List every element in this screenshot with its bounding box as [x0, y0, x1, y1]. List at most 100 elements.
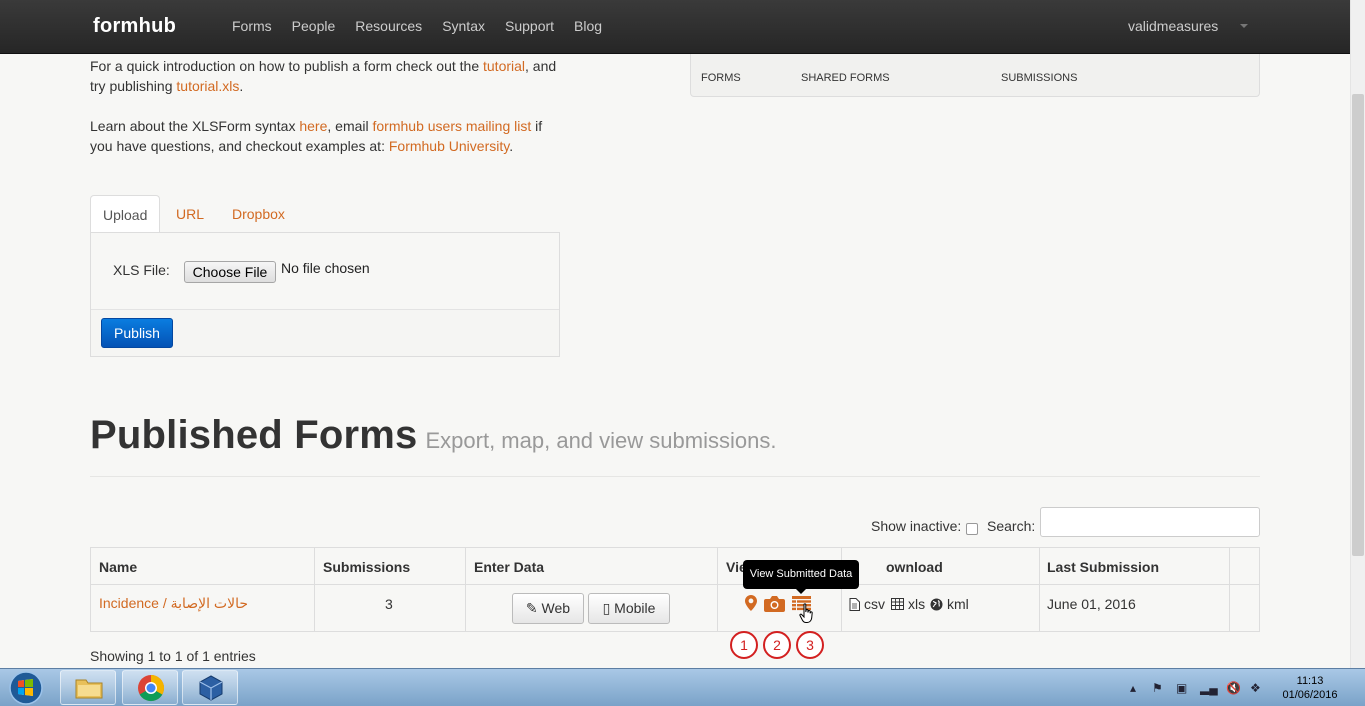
upload-tabs: Upload URL Dropbox	[90, 195, 560, 234]
brand-logo[interactable]: formhub	[93, 15, 176, 38]
callout-marker-1: 1	[730, 631, 758, 659]
top-navbar: formhub Forms People Resources Syntax Su…	[0, 0, 1350, 54]
summary-col-shared-forms: SHARED FORMS	[801, 72, 890, 84]
intro-text: For a quick introduction on how to publi…	[90, 56, 560, 176]
dropbox-tray-icon[interactable]: ❖	[1250, 681, 1261, 695]
download-xls-link[interactable]: xls	[908, 596, 925, 612]
nav-link-resources[interactable]: Resources	[345, 18, 432, 34]
tab-url[interactable]: URL	[176, 195, 204, 233]
page-scrollbar[interactable]	[1350, 0, 1365, 668]
table-icon[interactable]	[891, 598, 904, 610]
taskbar-chrome-button[interactable]	[122, 670, 178, 705]
nav-link-syntax[interactable]: Syntax	[432, 18, 495, 34]
submissions-count: 3	[385, 596, 393, 612]
mobile-icon: ▯	[602, 600, 611, 616]
page-title: Published Forms Export, map, and view sub…	[90, 413, 776, 458]
enter-mobile-button[interactable]: ▯ Mobile	[588, 593, 670, 624]
folder-icon	[75, 679, 103, 699]
intro-text-span: .	[509, 138, 514, 154]
header-last-submission[interactable]: Last Submission	[1047, 559, 1159, 575]
callout-marker-2: 2	[763, 631, 791, 659]
tray-expand-icon[interactable]: ▴	[1130, 681, 1136, 695]
mobile-button-label: Mobile	[614, 600, 656, 616]
summary-col-submissions: SUBMISSIONS	[1001, 72, 1078, 84]
header-submissions[interactable]: Submissions	[323, 559, 410, 575]
show-inactive-checkbox[interactable]	[966, 523, 978, 535]
tray-device-icon[interactable]: ▣	[1176, 681, 1187, 695]
column-divider	[1039, 548, 1040, 631]
intro-text-span: Learn about the XLSForm syntax	[90, 118, 300, 134]
download-csv-link[interactable]: csv	[864, 596, 885, 612]
divider	[90, 476, 1260, 477]
publish-button[interactable]: Publish	[101, 318, 173, 348]
windows-start-icon[interactable]	[4, 670, 48, 706]
virtualbox-icon	[199, 675, 223, 701]
volume-muted-icon[interactable]: 🔇	[1226, 681, 1241, 695]
upload-form: XLS File: Choose File No file chosen	[91, 233, 559, 310]
choose-file-button[interactable]: Choose File	[184, 261, 276, 283]
intro-paragraph-syntax: Learn about the XLSForm syntax here, ema…	[90, 116, 560, 156]
globe-icon[interactable]	[930, 598, 943, 611]
clock-date: 01/06/2016	[1282, 689, 1338, 701]
mailing-list-link[interactable]: formhub users mailing list	[373, 118, 532, 134]
forms-summary-panel: FORMS SHARED FORMS SUBMISSIONS	[690, 54, 1260, 97]
summary-col-forms: FORMS	[701, 72, 741, 84]
view-data-tooltip: View Submitted Data	[743, 560, 859, 589]
intro-paragraph-tutorial: For a quick introduction on how to publi…	[90, 56, 560, 96]
nav-link-people[interactable]: People	[282, 18, 346, 34]
search-label: Search:	[987, 518, 1036, 534]
taskbar-clock[interactable]: 11:13 01/06/2016	[1278, 674, 1342, 702]
nav-link-forms[interactable]: Forms	[222, 18, 282, 34]
scrollbar-thumb[interactable]	[1352, 94, 1364, 556]
tab-dropbox[interactable]: Dropbox	[232, 195, 285, 233]
taskbar-virtualbox-button[interactable]	[182, 670, 238, 705]
tab-upload[interactable]: Upload	[90, 195, 161, 234]
tutorial-link[interactable]: tutorial	[483, 58, 525, 74]
clock-time: 11:13	[1296, 675, 1324, 687]
column-divider	[717, 548, 718, 631]
column-divider	[314, 548, 315, 631]
intro-text-span: For a quick introduction on how to publi…	[90, 58, 483, 74]
header-enter-data[interactable]: Enter Data	[474, 559, 544, 575]
map-marker-icon[interactable]	[745, 595, 757, 611]
web-button-label: Web	[541, 600, 571, 616]
published-forms-table: Name Submissions Enter Data Vie ownload …	[90, 547, 1260, 632]
file-icon[interactable]	[849, 598, 860, 611]
published-forms-title: Published Forms	[90, 413, 418, 457]
header-download[interactable]: ownload	[886, 559, 943, 575]
search-input[interactable]	[1040, 507, 1260, 537]
nav-link-support[interactable]: Support	[495, 18, 564, 34]
download-kml-link[interactable]: kml	[947, 596, 969, 612]
header-divider	[91, 584, 1259, 585]
form-name-link[interactable]: Incidence / حالات الإصابة	[99, 595, 248, 612]
tutorial-xls-link[interactable]: tutorial.xls	[176, 78, 239, 94]
show-inactive-label: Show inactive:	[871, 518, 962, 534]
enter-web-button[interactable]: ✎ Web	[512, 593, 584, 624]
tooltip-arrow	[796, 589, 806, 594]
network-signal-icon[interactable]: ▂▄	[1200, 681, 1218, 695]
chevron-down-icon[interactable]	[1240, 24, 1248, 28]
column-divider	[465, 548, 466, 631]
edit-icon: ✎	[525, 600, 538, 616]
xls-file-label: XLS File:	[113, 262, 170, 278]
formhub-university-link[interactable]: Formhub University	[389, 138, 509, 154]
header-name[interactable]: Name	[99, 559, 137, 575]
intro-text-span: , email	[327, 118, 373, 134]
nav-links: Forms People Resources Syntax Support Bl…	[222, 18, 612, 34]
no-file-chosen-text: No file chosen	[281, 260, 370, 276]
intro-text-span: .	[239, 78, 244, 94]
taskbar-explorer-button[interactable]	[60, 670, 116, 705]
action-center-flag-icon[interactable]: ⚑	[1152, 681, 1163, 695]
callout-marker-3: 3	[796, 631, 824, 659]
hand-cursor-icon	[799, 603, 813, 623]
chrome-icon	[138, 674, 165, 702]
last-submission-date: June 01, 2016	[1047, 596, 1136, 612]
nav-link-blog[interactable]: Blog	[564, 18, 612, 34]
syntax-here-link[interactable]: here	[299, 118, 327, 134]
published-forms-subtitle: Export, map, and view submissions.	[425, 428, 777, 453]
table-info-text: Showing 1 to 1 of 1 entries	[90, 648, 256, 664]
upload-panel: XLS File: Choose File No file chosen Pub…	[90, 232, 560, 357]
user-menu[interactable]: validmeasures	[1128, 18, 1218, 34]
windows-taskbar: ▴ ⚑ ▣ ▂▄ 🔇 ❖ 11:13 01/06/2016	[0, 668, 1365, 706]
camera-icon[interactable]	[764, 596, 785, 612]
